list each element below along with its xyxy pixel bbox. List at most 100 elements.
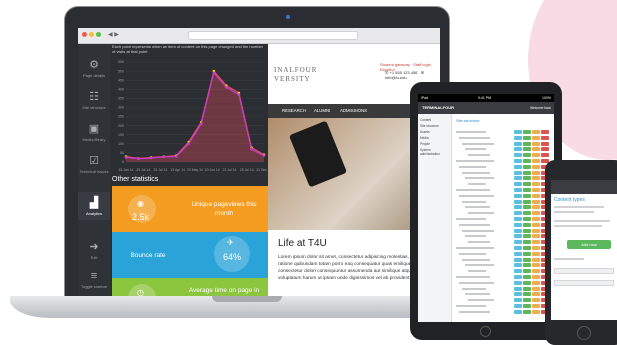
- row-action-badge[interactable]: [523, 269, 531, 274]
- minimize-dot[interactable]: [89, 32, 94, 37]
- tree-row[interactable]: [456, 141, 552, 146]
- row-action-badge[interactable]: [532, 182, 540, 187]
- row-action-badge[interactable]: [532, 193, 540, 198]
- row-action-badge[interactable]: [541, 147, 549, 152]
- row-action-badge[interactable]: [523, 298, 531, 303]
- tree-row[interactable]: [456, 211, 552, 216]
- row-action-badge[interactable]: [523, 205, 531, 210]
- row-action-badge[interactable]: [523, 141, 531, 146]
- row-action-badge[interactable]: [532, 309, 540, 314]
- row-action-badge[interactable]: [514, 217, 522, 221]
- data-point[interactable]: [124, 156, 128, 159]
- row-action-badge[interactable]: [532, 234, 540, 239]
- row-action-badge[interactable]: [532, 269, 540, 274]
- phone-home-button[interactable]: [577, 326, 591, 340]
- row-action-badge[interactable]: [514, 228, 522, 233]
- tree-row[interactable]: [456, 153, 552, 158]
- row-action-badge[interactable]: [523, 199, 531, 204]
- row-action-badge[interactable]: [532, 147, 540, 152]
- row-action-badge[interactable]: [514, 257, 522, 262]
- data-point[interactable]: [237, 93, 241, 97]
- tree-row[interactable]: [456, 286, 552, 291]
- tree-row[interactable]: [456, 176, 552, 181]
- data-point[interactable]: [262, 154, 266, 157]
- sidebar-item-exit[interactable]: ➜ Exit: [78, 240, 110, 260]
- tree-row[interactable]: [456, 159, 552, 163]
- tablet-nav-people[interactable]: People: [420, 142, 430, 146]
- staff-login-link[interactable]: Staff login: [413, 62, 431, 67]
- row-action-badge[interactable]: [523, 170, 531, 175]
- sidebar-item-page-details[interactable]: ⚙ Page details: [78, 58, 110, 78]
- row-action-badge[interactable]: [532, 222, 540, 227]
- tree-row[interactable]: [456, 240, 552, 245]
- row-action-badge[interactable]: [532, 304, 540, 308]
- row-action-badge[interactable]: [541, 141, 549, 146]
- data-point[interactable]: [199, 122, 203, 126]
- row-action-badge[interactable]: [523, 309, 531, 314]
- nav-admissions[interactable]: ADMISSIONS: [340, 108, 367, 113]
- tree-row[interactable]: [456, 193, 552, 198]
- tree-row[interactable]: [456, 217, 552, 221]
- tree-row[interactable]: [456, 170, 552, 175]
- row-action-badge[interactable]: [514, 275, 522, 279]
- tree-row[interactable]: [456, 222, 552, 227]
- sidebar-item-media[interactable]: ▣ Media library: [78, 122, 110, 142]
- row-action-badge[interactable]: [523, 164, 531, 169]
- row-action-badge[interactable]: [514, 251, 522, 256]
- row-action-badge[interactable]: [532, 263, 540, 268]
- row-action-badge[interactable]: [514, 298, 522, 303]
- row-action-badge[interactable]: [523, 263, 531, 268]
- tablet-nav-media[interactable]: Media: [420, 136, 429, 140]
- sidebar-item-analytics[interactable]: ▟ Analytics: [78, 192, 110, 220]
- row-action-badge[interactable]: [532, 228, 540, 233]
- tree-row[interactable]: [456, 135, 552, 140]
- tree-row[interactable]: [456, 275, 552, 279]
- row-action-badge[interactable]: [523, 286, 531, 291]
- back-forward-icon[interactable]: ◀ ▶: [108, 31, 119, 38]
- data-point[interactable]: [250, 147, 253, 151]
- data-point[interactable]: [174, 155, 178, 158]
- row-action-badge[interactable]: [514, 205, 522, 210]
- tablet-home-button[interactable]: [480, 326, 491, 337]
- tablet-nav-system[interactable]: System administration: [420, 148, 451, 156]
- row-action-badge[interactable]: [523, 211, 531, 216]
- row-action-badge[interactable]: [532, 251, 540, 256]
- row-action-badge[interactable]: [532, 246, 540, 250]
- row-action-badge[interactable]: [514, 304, 522, 308]
- address-bar[interactable]: [188, 31, 358, 40]
- row-action-badge[interactable]: [514, 211, 522, 216]
- row-action-badge[interactable]: [514, 188, 522, 192]
- tree-row[interactable]: [456, 292, 552, 297]
- row-action-badge[interactable]: [523, 182, 531, 187]
- sidebar-item-technical[interactable]: ☑ Technical issues: [78, 154, 110, 174]
- row-action-badge[interactable]: [523, 135, 531, 140]
- nav-alumni[interactable]: ALUMNI: [314, 108, 330, 113]
- data-point[interactable]: [149, 156, 153, 160]
- row-action-badge[interactable]: [523, 222, 531, 227]
- tree-row[interactable]: [456, 280, 552, 285]
- data-point[interactable]: [212, 71, 216, 75]
- tree-row[interactable]: [456, 304, 552, 308]
- tree-row[interactable]: [456, 164, 552, 169]
- row-action-badge[interactable]: [541, 130, 549, 134]
- phone-input[interactable]: [554, 268, 614, 274]
- row-action-badge[interactable]: [523, 275, 531, 279]
- row-action-badge[interactable]: [514, 246, 522, 250]
- tablet-nav-content[interactable]: Content: [420, 118, 431, 122]
- row-action-badge[interactable]: [523, 193, 531, 198]
- row-action-badge[interactable]: [514, 280, 522, 285]
- tree-row[interactable]: [456, 228, 552, 233]
- row-action-badge[interactable]: [532, 159, 540, 163]
- row-action-badge[interactable]: [523, 246, 531, 250]
- row-action-badge[interactable]: [514, 130, 522, 134]
- nav-research[interactable]: RESEARCH: [282, 108, 306, 113]
- add-new-button[interactable]: Add new: [567, 240, 611, 249]
- row-action-badge[interactable]: [541, 153, 549, 158]
- tree-row[interactable]: [456, 309, 552, 314]
- tree-row[interactable]: [456, 263, 552, 268]
- row-action-badge[interactable]: [532, 292, 540, 297]
- row-action-badge[interactable]: [532, 188, 540, 192]
- row-action-badge[interactable]: [514, 135, 522, 140]
- tree-row[interactable]: [456, 205, 552, 210]
- row-action-badge[interactable]: [514, 164, 522, 169]
